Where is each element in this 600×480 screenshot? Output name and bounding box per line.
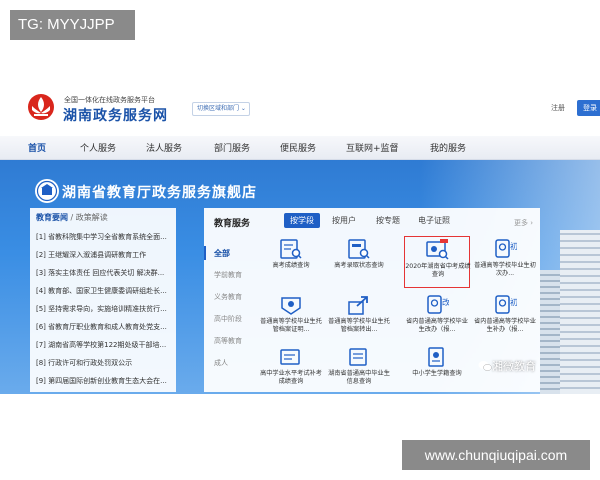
url-label: www.chunqiuqipai.com (402, 440, 590, 470)
tab-by-user[interactable]: 按用户 (332, 215, 356, 226)
badge-first: 初 (510, 241, 517, 251)
badge-first: 初 (510, 297, 517, 307)
nav-home[interactable]: 首页 (28, 141, 46, 154)
service-graduate-reissue[interactable]: 初 省内普通高等学校毕业生补办（报... (472, 292, 538, 344)
service-label: 湖南省普通高中毕业生信息查询 (328, 370, 390, 385)
service-highschool-graduate-info[interactable]: 湖南省普通高中毕业生信息查询 (326, 344, 392, 394)
badge-change: 改 (442, 297, 449, 307)
tab-education-news[interactable]: 教育要闻 (36, 213, 68, 222)
service-label: 普通高等学校毕业生托管档案转出... (328, 318, 390, 333)
export-icon (348, 296, 368, 315)
certificate-icon (281, 297, 301, 315)
wechat-icon (478, 361, 492, 371)
service-label: 2020年湖南省中考成绩查询 (405, 263, 471, 278)
side-item-compulsory[interactable]: 义务教育 (214, 292, 242, 302)
news-header: 教育要闻 / 政策解读 (36, 212, 108, 223)
side-active-indicator (204, 246, 206, 260)
service-archive-transfer[interactable]: 普通高等学校毕业生托管档案转出... (326, 292, 392, 344)
site-name[interactable]: 湖南政务服务网 (63, 105, 168, 125)
service-label: 高考录取状态查询 (334, 262, 384, 269)
tg-label: TG: MYYJJPP (10, 10, 135, 40)
news-item[interactable]: [8] 行政许可和行政处罚双公示 (36, 358, 174, 368)
nav-corporate[interactable]: 法人服务 (146, 141, 182, 154)
browser-screenshot: 全国一体化在线政务服务平台 湖南政务服务网 切换区域和部门 ⌄ 注册 登录 首页… (0, 86, 600, 394)
tab-e-license[interactable]: 电子证照 (418, 215, 450, 226)
nav-convenience[interactable]: 便民服务 (280, 141, 316, 154)
nav-supervision[interactable]: 互联网+监督 (346, 141, 399, 154)
side-item-higher-education[interactable]: 高等教育 (214, 336, 242, 346)
service-zhongkao-score[interactable]: 2020年湖南省中考成绩查询 (404, 236, 471, 288)
news-tab-separator: / (68, 213, 76, 222)
register-link[interactable]: 注册 (551, 103, 565, 113)
news-item[interactable]: [5] 坚持需求导向，实施培训精准扶贫行... (36, 304, 174, 314)
education-emblem-icon (35, 179, 59, 203)
archive-icon (428, 347, 444, 367)
tab-by-stage[interactable]: 按学段 (284, 213, 320, 228)
service-label: 普通高等学校毕业生托管档案证明... (260, 318, 322, 333)
region-select[interactable]: 切换区域和部门 ⌄ (192, 102, 250, 116)
tab-by-topic[interactable]: 按专题 (376, 215, 400, 226)
news-item[interactable]: [4] 教育部、国家卫生健康委调研组赴长... (36, 286, 174, 296)
tab-policy-interpretation[interactable]: 政策解读 (76, 213, 108, 222)
service-graduate-first-registration[interactable]: 初 普通高等学校毕业生初次办... (472, 236, 538, 288)
news-item[interactable]: [1] 省教科院集中学习全省教育系统全面... (36, 232, 174, 242)
login-button[interactable]: 登录 (577, 100, 600, 116)
service-label: 省内普通高等学校毕业生补办（报... (474, 318, 536, 333)
news-item[interactable]: [3] 落实主体责任 回应代表关切 解决群... (36, 268, 174, 278)
service-graduate-change[interactable]: 改 省内普通高等学校毕业生改办（报... (404, 292, 470, 344)
building-image (560, 230, 600, 394)
nav-personal[interactable]: 个人服务 (80, 141, 116, 154)
news-item[interactable]: [2] 王继耀深入溆浦县调研教育工作 (36, 250, 174, 260)
site-header: 全国一体化在线政务服务平台 湖南政务服务网 切换区域和部门 ⌄ 注册 登录 (0, 86, 600, 136)
nav-department[interactable]: 部门服务 (214, 141, 250, 154)
service-archive-certificate[interactable]: 普通高等学校毕业生托管档案证明... (258, 292, 324, 344)
service-student-status[interactable]: 中小学生学籍查询 (404, 344, 470, 394)
service-makeup-exam-score[interactable]: 高中学业水平考试补考成绩查询 (258, 344, 324, 394)
service-label: 省内普通高等学校毕业生改办（报... (406, 318, 468, 333)
stamp-icon: 改 (427, 295, 449, 314)
service-label: 中小学生学籍查询 (412, 370, 462, 377)
score-search-icon (426, 239, 449, 260)
service-label: 普通高等学校毕业生初次办... (474, 262, 536, 277)
side-item-high-school[interactable]: 高中阶段 (214, 314, 242, 324)
building-image (540, 270, 562, 394)
main-nav: 首页 个人服务 法人服务 部门服务 便民服务 互联网+监督 我的服务 (0, 136, 600, 160)
service-gaokao-score[interactable]: 高考成绩查询 (258, 236, 324, 288)
stamp-icon: 初 (495, 239, 517, 258)
stamp-icon: 初 (495, 295, 517, 314)
score-search-icon (280, 239, 302, 259)
news-item[interactable]: [6] 省教育厅职业教育和成人教育处党支... (36, 322, 174, 332)
score-search-icon (280, 349, 300, 365)
archive-icon (349, 348, 367, 366)
service-admission-status[interactable]: 高考录取状态查询 (326, 236, 392, 288)
admission-search-icon (348, 239, 370, 259)
hunan-logo-icon (28, 94, 54, 120)
service-label: 高考成绩查询 (272, 262, 310, 269)
news-panel: 教育要闻 / 政策解读 [1] 省教科院集中学习全省教育系统全面... [2] … (30, 208, 176, 392)
service-label: 高中学业水平考试补考成绩查询 (260, 370, 322, 385)
side-item-all[interactable]: 全部 (214, 248, 230, 259)
platform-slogan: 全国一体化在线政务服务平台 (64, 96, 155, 104)
more-link[interactable]: 更多 › (514, 218, 533, 228)
watermark: 湘微教育 (492, 360, 536, 373)
news-item[interactable]: [7] 湖南省高等学校第122期处级干部培... (36, 340, 174, 350)
side-item-preschool[interactable]: 学前教育 (214, 270, 242, 280)
side-item-adult[interactable]: 成人 (214, 358, 228, 368)
news-item[interactable]: [9] 第四届国际创新创业教育生态大会在... (36, 376, 174, 386)
nav-my-services[interactable]: 我的服务 (430, 141, 466, 154)
banner-title: 湖南省教育厅政务服务旗舰店 (62, 185, 257, 201)
panel-title: 教育服务 (214, 219, 251, 229)
